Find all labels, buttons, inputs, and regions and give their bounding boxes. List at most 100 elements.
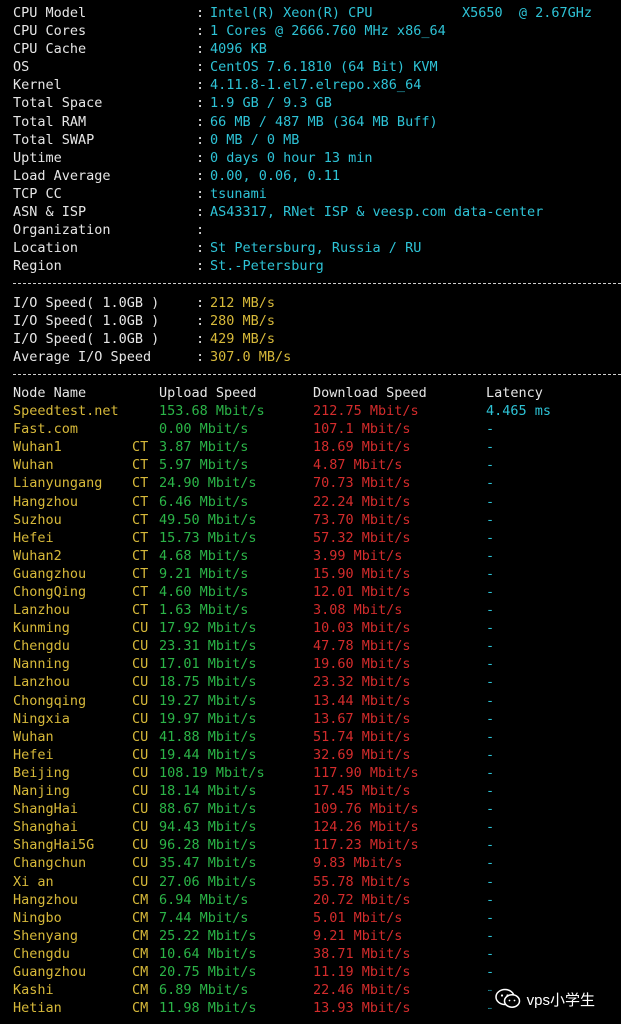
latency: -	[486, 819, 495, 836]
colon-separator: :	[196, 294, 205, 311]
isp-code: CT	[132, 602, 149, 619]
upload-speed: 20.75 Mbit/s	[159, 963, 257, 980]
isp-code: CU	[132, 692, 149, 709]
sysinfo-value: 0.00, 0.06, 0.11	[210, 167, 341, 184]
sysinfo-value: tsunami	[210, 185, 267, 202]
download-speed: 70.73 Mbit/s	[313, 475, 411, 492]
node-name: Changchun	[13, 855, 87, 872]
isp-code: CT	[132, 457, 149, 474]
node-name: Kunming	[13, 620, 70, 637]
latency: -	[486, 511, 495, 528]
node-name: Hefei	[13, 529, 54, 546]
table-row: Kunming CU 17.92 Mbit/s 10.03 Mbit/s -	[13, 619, 613, 637]
node-name: Suzhou	[13, 511, 62, 528]
table-row: Wuhan CT 5.97 Mbit/s 4.87 Mbit/s -	[13, 456, 613, 474]
latency: -	[486, 620, 495, 637]
latency: -	[486, 602, 495, 619]
latency: -	[486, 584, 495, 600]
upload-speed: 108.19 Mbit/s	[159, 764, 265, 781]
node-name: Kashi	[13, 982, 54, 999]
node-name: Ningbo	[13, 909, 62, 926]
download-speed: 13.44 Mbit/s	[313, 692, 411, 709]
node-name: Lanzhou	[13, 674, 70, 691]
sysinfo-label: Location	[13, 240, 79, 257]
node-name: Chongqing	[13, 692, 87, 709]
sysinfo-value: St Petersburg, Russia / RU	[210, 240, 422, 257]
download-speed: 9.21 Mbit/s	[313, 927, 403, 944]
isp-code: CM	[132, 927, 149, 944]
download-speed: 117.23 Mbit/s	[313, 837, 419, 854]
latency: -	[486, 891, 495, 908]
table-row: Chongqing CU 19.27 Mbit/s 13.44 Mbit/s -	[13, 692, 613, 710]
upload-speed: 24.90 Mbit/s	[159, 475, 257, 492]
node-name: Wuhan	[13, 728, 54, 745]
table-row: Ningxia CU 19.97 Mbit/s 13.67 Mbit/s -	[13, 710, 613, 728]
download-speed: 47.78 Mbit/s	[313, 638, 411, 655]
sysinfo-label: OS	[13, 59, 30, 76]
colon-separator: :	[196, 59, 205, 76]
sysinfo-row: Uptime:0 days 0 hour 13 min	[13, 149, 613, 167]
isp-code: CU	[132, 674, 149, 691]
divider	[13, 275, 621, 293]
node-name: Beijing	[13, 764, 70, 781]
download-speed: 11.19 Mbit/s	[313, 963, 411, 980]
isp-code: CU	[132, 638, 149, 655]
upload-speed: 4.68 Mbit/s	[159, 547, 249, 564]
colon-separator: :	[196, 95, 205, 112]
colon-separator: :	[196, 149, 205, 166]
upload-speed: 23.31 Mbit/s	[159, 638, 257, 655]
terminal-output: CPU Model: Intel(R) Xeon(R) CPU X5650 @ 2…	[13, 4, 621, 1017]
system-info-block: CPU Model: Intel(R) Xeon(R) CPU X5650 @ 2…	[13, 4, 613, 275]
node-name: Wuhan	[13, 457, 54, 474]
latency: -	[486, 547, 495, 564]
latency: -	[486, 710, 495, 727]
isp-code: CM	[132, 963, 149, 980]
node-name: Hetian	[13, 1000, 62, 1017]
sysinfo-value: 66 MB / 487 MB (364 MB Buff)	[210, 113, 438, 130]
download-speed: 3.99 Mbit/s	[313, 547, 403, 564]
table-row: Suzhou CT 49.50 Mbit/s 73.70 Mbit/s -	[13, 511, 613, 529]
isp-code: CU	[132, 620, 149, 637]
table-row: Wuhan2 CT 4.68 Mbit/s 3.99 Mbit/s -	[13, 547, 613, 565]
colon-separator: :	[196, 5, 205, 21]
download-speed: 32.69 Mbit/s	[313, 746, 411, 763]
io-speed-row: Average I/O Speed:307.0 MB/s	[13, 348, 613, 366]
io-label: I/O Speed( 1.0GB )	[13, 330, 160, 347]
download-speed: 19.60 Mbit/s	[313, 656, 411, 673]
sysinfo-row: Total SWAP:0 MB / 0 MB	[13, 131, 613, 149]
sysinfo-row: Organization:	[13, 221, 613, 239]
sysinfo-value: AS43317, RNet ISP & veesp.com data-cente…	[210, 204, 544, 221]
download-speed: 13.67 Mbit/s	[313, 710, 411, 727]
isp-code: CT	[132, 511, 149, 528]
latency: -	[486, 638, 495, 655]
io-speed-row: I/O Speed( 1.0GB ):212 MB/s	[13, 294, 613, 312]
colon-separator: :	[196, 240, 205, 257]
latency: -	[486, 656, 495, 673]
colon-separator: :	[196, 113, 205, 130]
table-row: Lanzhou CT 1.63 Mbit/s 3.08 Mbit/s -	[13, 601, 613, 619]
upload-speed: 6.89 Mbit/s	[159, 982, 249, 999]
watermark: vps小学生	[488, 986, 601, 1012]
upload-speed: 3.87 Mbit/s	[159, 439, 249, 456]
table-row: ChongQing CT 4.60 Mbit/s 12.01 Mbit/s -	[13, 583, 613, 601]
colon-separator: :	[196, 23, 205, 40]
sysinfo-label: CPU Model	[13, 5, 87, 21]
sysinfo-value: 4.11.8-1.el7.elrepo.x86_64	[210, 77, 422, 94]
isp-code: CM	[132, 945, 149, 962]
latency: -	[486, 692, 495, 709]
io-speed-block: I/O Speed( 1.0GB ):212 MB/s I/O Speed( 1.…	[13, 294, 613, 366]
table-row: Changchun CU 35.47 Mbit/s 9.83 Mbit/s -	[13, 854, 613, 872]
sysinfo-label: TCP CC	[13, 185, 62, 202]
download-speed: 117.90 Mbit/s	[313, 764, 419, 781]
upload-speed: 11.98 Mbit/s	[159, 1000, 257, 1017]
sysinfo-label: Load Average	[13, 167, 111, 184]
upload-speed: 17.92 Mbit/s	[159, 620, 257, 637]
wechat-icon	[494, 988, 521, 1010]
sysinfo-row: Load Average:0.00, 0.06, 0.11	[13, 167, 613, 185]
download-speed: 38.71 Mbit/s	[313, 945, 411, 962]
isp-code: CU	[132, 819, 149, 836]
io-value: 307.0 MB/s	[210, 348, 292, 365]
isp-code: CU	[132, 656, 149, 673]
colon-separator: :	[196, 41, 205, 58]
download-speed: 10.03 Mbit/s	[313, 620, 411, 637]
